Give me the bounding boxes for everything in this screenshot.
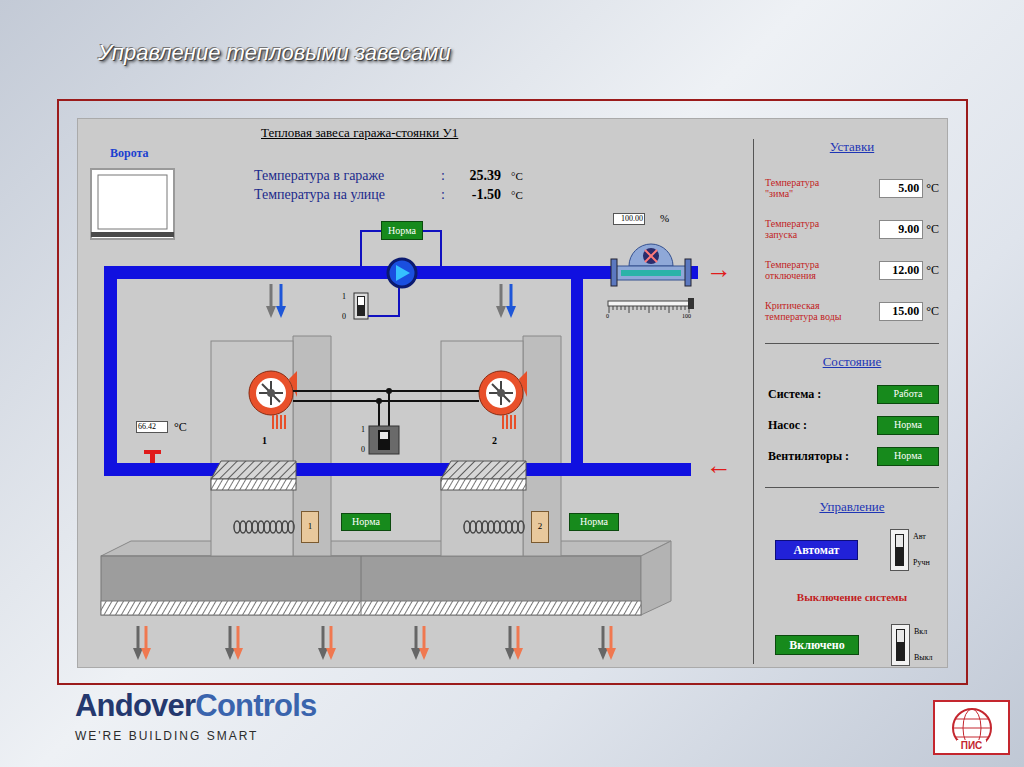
heating-coil-icon [464,521,524,533]
setpoint-field[interactable]: 5.00 [879,179,923,198]
slide-title: Управление тепловыми завесами [98,36,1024,69]
setpoint-field[interactable]: 9.00 [879,220,923,239]
enabled-button[interactable]: Включено [775,635,859,655]
status-row: Вентиляторы :Норма [765,446,939,466]
status-badge: Норма [877,416,939,435]
fan-housing [211,336,331,556]
power-switch[interactable] [891,624,910,666]
tagline: WE'RE BUILDING SMART [75,727,317,745]
setpoint-field[interactable]: 12.00 [879,261,923,280]
valve-icon[interactable] [611,244,691,286]
fan-switch[interactable] [369,426,399,454]
status-list: Система :Работа Насос :Норма Вентиляторы :… [765,384,939,466]
return-arrow: ← [706,453,732,479]
setpoint-row: Критическаятемпература воды15.00°C [765,297,939,325]
setpoints-list: Температура"зима"5.00°C Температуразапуск… [765,174,939,325]
switch-down-label: Выкл [914,653,933,663]
shutdown-row: Включено Вкл Выкл [765,624,939,666]
setpoint-row: Температуразапуска9.00°C [765,215,939,243]
heater-box[interactable]: 2 [531,511,549,543]
switch-knob [897,630,904,642]
airflow-arrow-icon [598,626,616,660]
valve-scale-min: 0 [606,313,609,320]
supply-arrow: → [706,257,732,283]
mode-switch[interactable] [890,529,909,571]
fan-housing [441,336,561,556]
airflow-arrow-icon [225,626,243,660]
pump-switch-on-label: 1 [342,292,346,302]
status-title: Состояние [765,354,939,370]
unit-status: Норма [569,513,619,531]
gate-icon[interactable] [91,169,174,239]
fan-icon[interactable] [479,371,527,429]
switch-up-label: Авт [913,532,930,542]
side-panel: УставкиТемпература"зима"5.00°CТемператур… [753,139,949,664]
temperature-reading: Температура в гараже:25.39°C [254,165,523,186]
fan-switch-on-label: 1 [361,425,365,435]
switch-up-label: Вкл [914,627,933,637]
temperature-sensor-icon [144,450,161,463]
diagram-canvas: Тепловая завеса гаража-стоянки У1 Ворота Т… [78,119,753,667]
airflow-arrow-icon [505,626,523,660]
water-pipes [104,266,698,476]
pump-bracket [361,231,441,316]
valve-unit: % [660,210,669,227]
water-temperature-unit: °C [174,418,187,436]
divider [765,343,939,344]
fan-number: 2 [492,433,497,448]
divider [765,487,939,488]
heating-coil-icon [234,521,294,533]
valve-scale-max: 100 [682,313,691,320]
diagram-drawing [78,119,753,669]
pump-switch-off-label: 0 [342,312,346,322]
heater-grille [441,461,526,490]
pump-switch[interactable] [354,293,368,319]
slide: Управление тепловыми завесами Тепловая за… [0,0,1024,767]
partner-logo: ПИС [933,700,1010,755]
setpoint-row: Температура"зима"5.00°C [765,174,939,202]
screen-frame: Тепловая завеса гаража-стоянки У1 Ворота Т… [57,99,968,685]
airflow-arrow-icon [411,626,429,660]
auto-mode-button[interactable]: Автомат [775,540,858,560]
airflow-arrow-icon [133,626,151,660]
gate-label: Ворота [110,144,149,162]
airflow-arrow-icon [318,626,336,660]
setpoint-row: Температураотключения12.00°C [765,256,939,284]
heater-box[interactable]: 1 [301,511,319,543]
water-temperature-value: 66.42 [136,421,168,433]
hmi-panel: Тепловая завеса гаража-стоянки У1 Ворота Т… [77,118,948,668]
air-duct [101,541,671,615]
status-row: Насос :Норма [765,415,939,435]
setpoints-title: Уставки [765,139,939,155]
valve-slider[interactable] [608,298,694,313]
fan-switch-off-label: 0 [361,445,365,455]
switch-down-label: Ручн [913,558,930,568]
pump-icon[interactable] [388,259,416,287]
status-badge: Работа [877,385,939,404]
control-row: Автомат Авт Ручн [765,529,939,571]
shutdown-title: Выключение системы [765,590,939,604]
heater-grille [211,461,296,490]
pump-status: Норма [381,221,423,240]
setpoint-field[interactable]: 15.00 [879,302,923,321]
fan-wiring [293,389,479,426]
andover-logo: AndoverControlsWE'RE BUILDING SMART [75,689,317,745]
fan-number: 1 [262,433,267,448]
unit-status: Норма [341,513,391,531]
diagram-title: Тепловая завеса гаража-стоянки У1 [261,123,458,143]
temperature-reading: Температура на улице:-1.50°C [254,184,523,205]
valve-value: 100.00 [613,213,645,225]
status-row: Система :Работа [765,384,939,404]
control-title: Управление [765,499,939,515]
switch-knob [896,535,903,547]
fan-icon[interactable] [249,371,297,429]
status-badge: Норма [877,447,939,466]
